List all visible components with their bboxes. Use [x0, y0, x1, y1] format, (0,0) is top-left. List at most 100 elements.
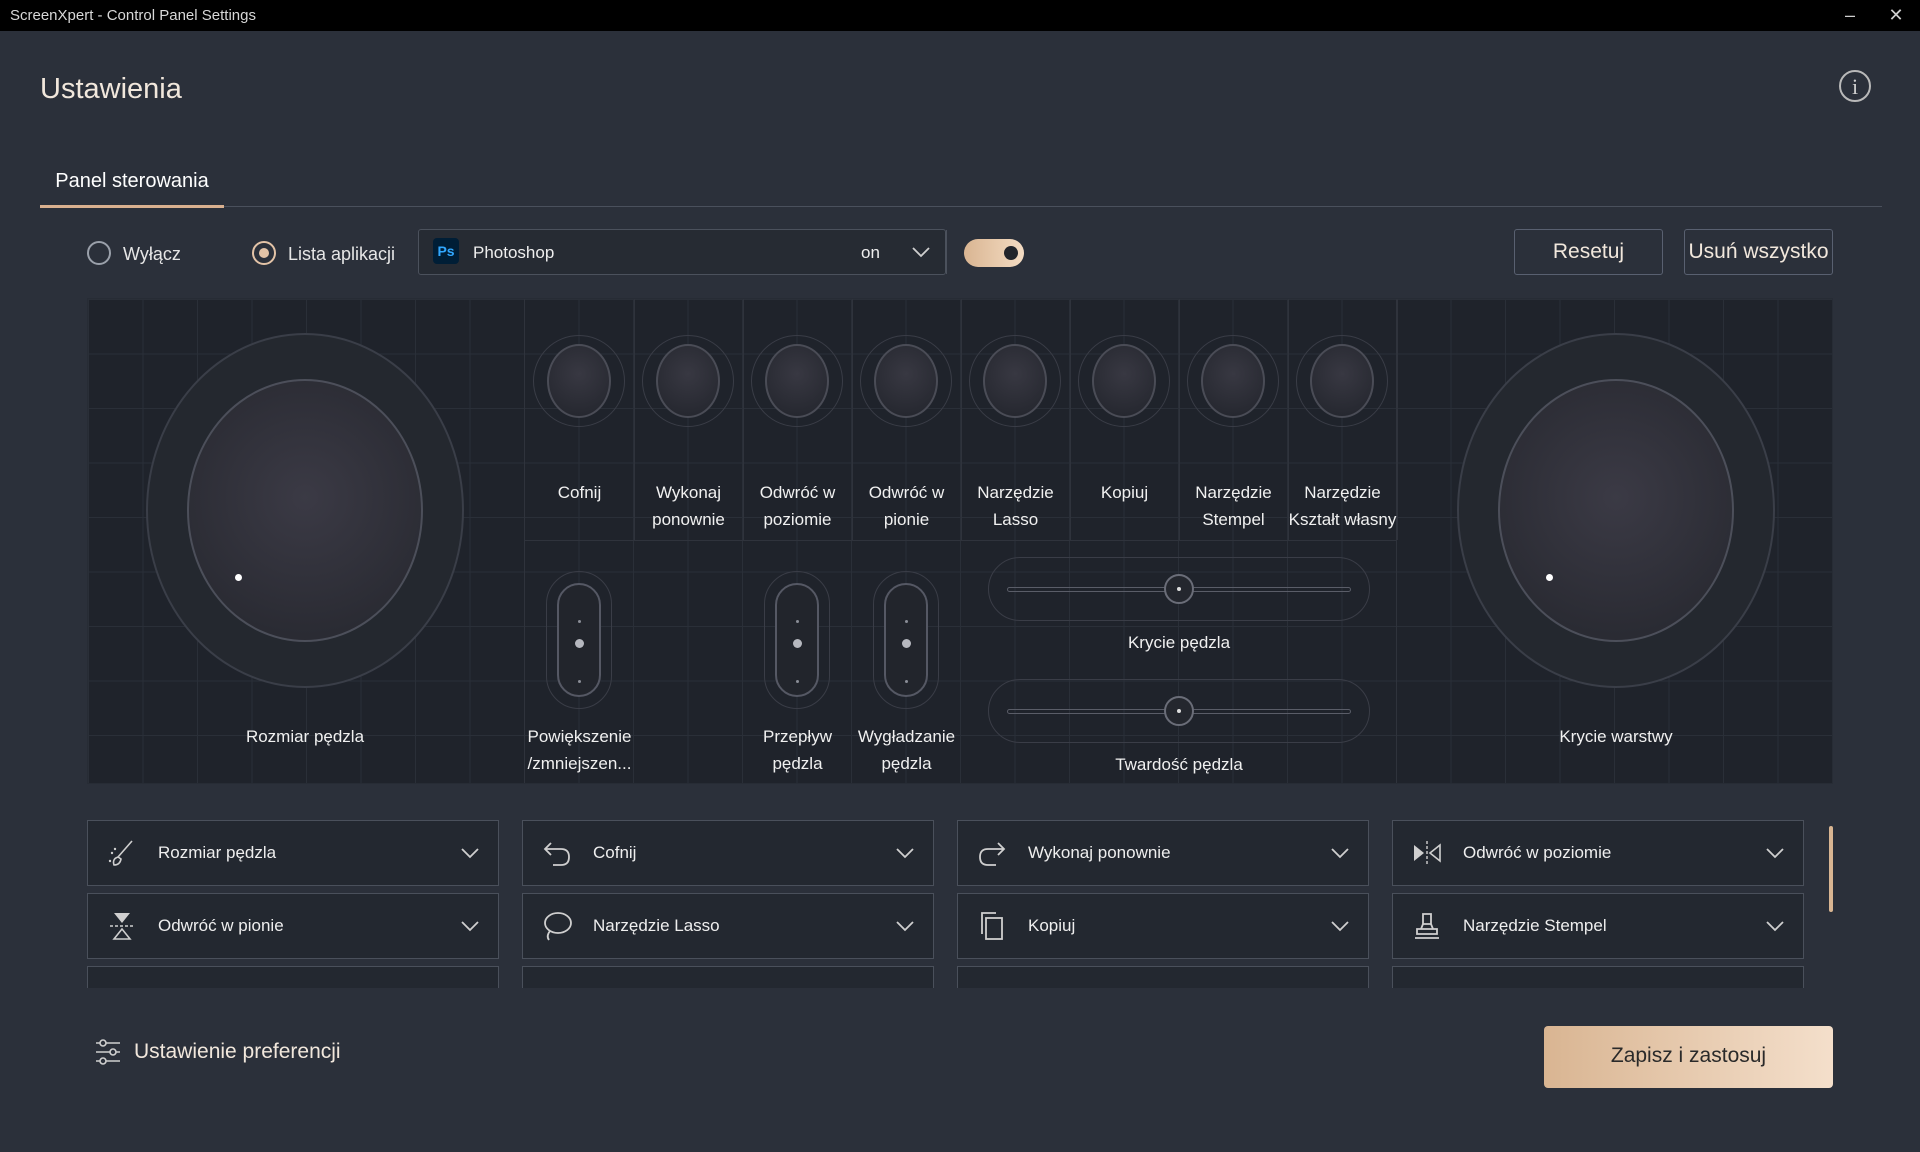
knob-button[interactable] [656, 344, 720, 418]
slider-hardness[interactable] [988, 679, 1370, 743]
info-icon[interactable]: i [1839, 70, 1871, 102]
assignment-dropdown[interactable]: Narzędzie Lasso [522, 893, 934, 959]
chevron-down-icon[interactable] [893, 841, 917, 865]
rocker-label: Powiększenie /zmniejszen... [527, 727, 632, 773]
panel-divider [1397, 299, 1398, 540]
right-dial-ring[interactable] [1457, 333, 1775, 688]
app-selector[interactable]: Ps Photoshop on [418, 229, 1024, 275]
minimize-icon[interactable]: – [1830, 2, 1870, 28]
window-title: ScreenXpert - Control Panel Settings [10, 7, 256, 24]
app-name: Photoshop [473, 243, 555, 262]
assignment-list[interactable]: Rozmiar pędzla Cofnij Wykonaj ponownie Odwr… [87, 820, 1833, 988]
knob-button[interactable] [1310, 344, 1374, 418]
reset-button[interactable]: Resetuj [1514, 229, 1663, 275]
knob-ring[interactable] [860, 335, 952, 427]
rocker-switch[interactable] [764, 571, 830, 709]
knob-button[interactable] [1201, 344, 1265, 418]
assignment-dropdown[interactable] [957, 966, 1369, 988]
rocker-switch[interactable] [873, 571, 939, 709]
lasso-icon [544, 912, 572, 941]
knob-button[interactable] [765, 344, 829, 418]
save-apply-button[interactable]: Zapisz i zastosuj [1544, 1026, 1833, 1088]
assignment-dropdown[interactable] [1392, 966, 1804, 988]
assignment-dropdown[interactable]: Narzędzie Stempel [1392, 893, 1804, 959]
chevron-down-icon[interactable] [458, 914, 482, 938]
panel-divider [524, 540, 1396, 541]
photoshop-icon: Ps [433, 238, 459, 264]
rocker-body[interactable] [775, 583, 819, 697]
preferences-label[interactable]: Ustawienie preferencji [134, 1040, 341, 1064]
assignment-dropdown[interactable] [522, 966, 934, 988]
slider-opacity[interactable] [988, 557, 1370, 621]
assignment-dropdown[interactable]: Cofnij [522, 820, 934, 886]
rocker-dot [575, 639, 584, 648]
knob-ring[interactable] [533, 335, 625, 427]
knob-label: Cofnij [557, 483, 602, 502]
left-dial-ring[interactable] [146, 333, 464, 688]
assignment-label: Cofnij [593, 843, 637, 862]
chevron-down-icon[interactable] [1763, 841, 1787, 865]
knob-button[interactable] [983, 344, 1047, 418]
assignment-label: Odwróć w pionie [158, 916, 284, 935]
app-state: on [861, 243, 880, 262]
flip-vertical-icon [110, 913, 134, 940]
assignment-dropdown[interactable]: Wykonaj ponownie [957, 820, 1369, 886]
knob-button[interactable] [1092, 344, 1156, 418]
delete-all-button[interactable]: Usuń wszystko [1684, 229, 1833, 275]
left-dial-label: Rozmiar pędzla [245, 727, 365, 746]
chevron-down-icon[interactable] [1328, 914, 1352, 938]
redo-icon [979, 842, 1006, 866]
flip-horizontal-icon [1414, 841, 1441, 865]
assignment-label: Kopiuj [1028, 916, 1076, 935]
radio-off-label[interactable]: Wyłącz [123, 244, 181, 265]
chevron-down-icon[interactable] [893, 914, 917, 938]
chevron-down-icon[interactable] [458, 841, 482, 865]
slider-thumb[interactable] [1164, 574, 1194, 604]
knob-label: Wykonaj ponownie [652, 483, 725, 529]
slider-thumb[interactable] [1164, 696, 1194, 726]
radio-app-list-label[interactable]: Lista aplikacji [288, 244, 395, 265]
rocker-dot [578, 620, 581, 623]
assignment-dropdown[interactable] [87, 966, 499, 988]
assignment-dropdown[interactable]: Rozmiar pędzla [87, 820, 499, 886]
knob-button[interactable] [874, 344, 938, 418]
knob-button[interactable] [547, 344, 611, 418]
dial-indicator [235, 574, 242, 581]
assignment-scrollbar[interactable] [1829, 826, 1833, 912]
panel-divider [524, 299, 525, 783]
knob-ring[interactable] [1187, 335, 1279, 427]
knob-label: Kopiuj [1100, 483, 1149, 502]
knob-label: Narzędzie Kształt własny [1288, 483, 1397, 529]
knob-ring[interactable] [642, 335, 734, 427]
rocker-body[interactable] [557, 583, 601, 697]
assignment-dropdown[interactable]: Odwróć w poziomie [1392, 820, 1804, 886]
assignment-label: Odwróć w poziomie [1463, 843, 1612, 862]
tab-panel-sterowania[interactable]: Panel sterowania [40, 168, 224, 208]
close-icon[interactable]: ✕ [1876, 2, 1916, 28]
right-dial-label: Krycie warstwy [1559, 727, 1673, 746]
chevron-down-icon[interactable] [1328, 841, 1352, 865]
knob-ring[interactable] [969, 335, 1061, 427]
rocker-dot [905, 680, 908, 683]
rocker-dot [793, 639, 802, 648]
sliders-settings-icon [96, 1039, 120, 1065]
right-dial[interactable] [1498, 379, 1734, 642]
knob-ring[interactable] [1296, 335, 1388, 427]
chevron-down-icon[interactable] [909, 240, 933, 264]
rocker-switch[interactable] [546, 571, 612, 709]
brush-icon [108, 840, 133, 866]
rocker-dot [796, 620, 799, 623]
knob-ring[interactable] [751, 335, 843, 427]
knob-ring[interactable] [1078, 335, 1170, 427]
radio-off[interactable] [87, 241, 111, 265]
radio-app-list[interactable] [252, 241, 276, 265]
chevron-down-icon[interactable] [1763, 914, 1787, 938]
assignment-label: Narzędzie Lasso [593, 916, 720, 935]
assignment-dropdown[interactable]: Odwróć w pionie [87, 893, 499, 959]
left-dial[interactable] [187, 379, 423, 642]
slider-opacity-label: Krycie pędzla [1127, 633, 1231, 652]
rocker-label: Przepływ pędzla [763, 727, 832, 773]
assignment-dropdown[interactable]: Kopiuj [957, 893, 1369, 959]
app-toggle[interactable] [964, 239, 1024, 267]
rocker-body[interactable] [884, 583, 928, 697]
